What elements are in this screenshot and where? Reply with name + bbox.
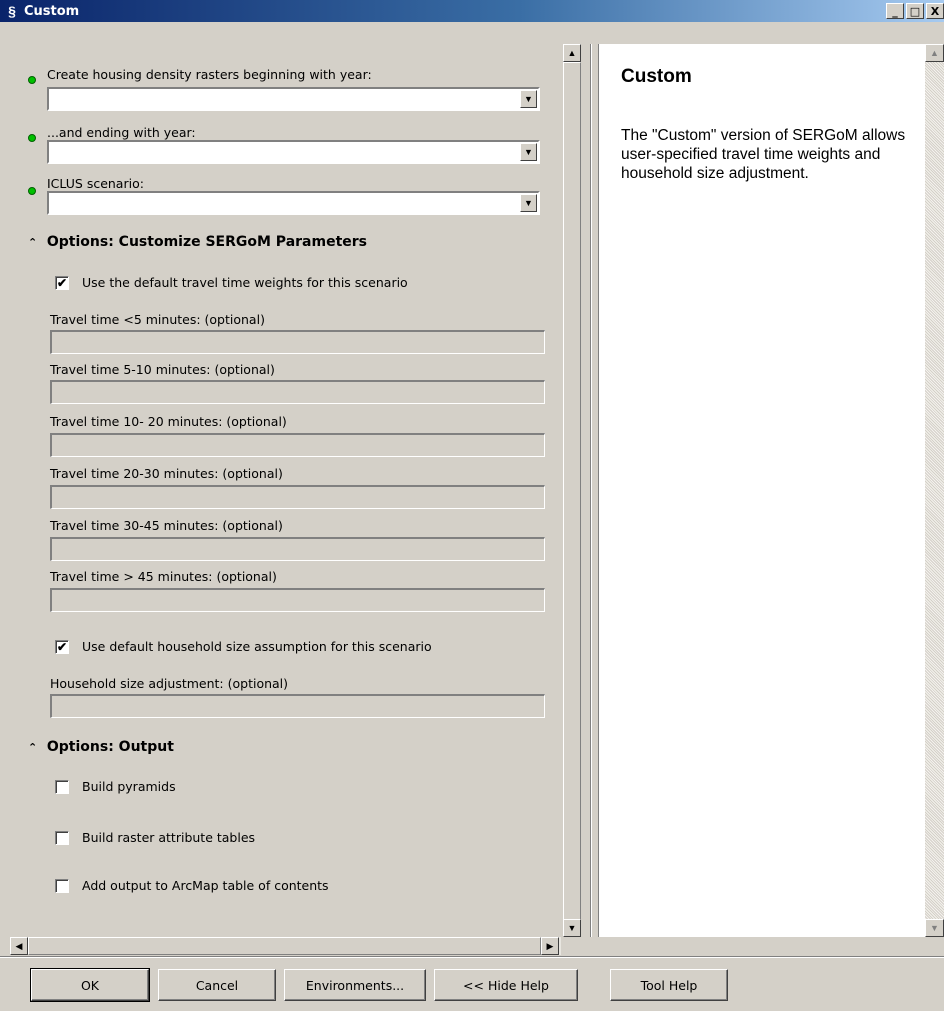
hide-help-button[interactable]: << Hide Help	[434, 969, 578, 1001]
travel-lt5-field[interactable]	[50, 330, 545, 354]
build-attr-tables-label: Build raster attribute tables	[82, 830, 256, 845]
start-year-label: Create housing density rasters beginning…	[47, 67, 372, 82]
parameters-horizontal-scrollbar[interactable]: ◀ ▶	[10, 937, 561, 955]
dropdown-arrow-icon[interactable]: ▼	[520, 90, 537, 108]
collapse-chevron-icon[interactable]: ⌃	[28, 236, 42, 249]
tool-help-button[interactable]: Tool Help	[610, 969, 728, 1001]
scenario-label: ICLUS scenario:	[47, 176, 144, 191]
app-icon: §	[8, 3, 16, 19]
check-icon: ✔	[56, 276, 68, 290]
travel-20-30-label: Travel time 20-30 minutes: (optional)	[50, 466, 283, 481]
dropdown-arrow-icon[interactable]: ▼	[520, 194, 537, 212]
collapse-chevron-icon[interactable]: ⌃	[28, 741, 42, 754]
default-weights-label: Use the default travel time weights for …	[82, 275, 408, 290]
maximize-button[interactable]: □	[906, 3, 924, 19]
end-year-combo[interactable]: ▼	[47, 140, 540, 164]
build-pyramids-checkbox[interactable]	[55, 780, 69, 794]
build-attr-tables-checkbox[interactable]	[55, 831, 69, 845]
add-to-toc-checkbox[interactable]	[55, 879, 69, 893]
parameters-vertical-scrollbar[interactable]: ▲ ▼	[563, 44, 581, 937]
output-section-header[interactable]: ⌃ Options: Output	[28, 739, 174, 755]
end-year-label: ...and ending with year:	[47, 125, 196, 140]
scroll-up-arrow-icon[interactable]: ▲	[925, 44, 944, 62]
add-to-toc-label: Add output to ArcMap table of contents	[82, 878, 329, 893]
travel-gt45-label: Travel time > 45 minutes: (optional)	[50, 569, 277, 584]
household-size-label: Household size adjustment: (optional)	[50, 676, 289, 691]
scroll-up-arrow-icon[interactable]: ▲	[563, 44, 581, 62]
default-weights-checkbox[interactable]: ✔	[55, 276, 69, 290]
travel-gt45-field[interactable]	[50, 588, 545, 612]
scrollbar-thumb[interactable]	[563, 62, 581, 920]
travel-10-20-label: Travel time 10- 20 minutes: (optional)	[50, 414, 287, 429]
parameters-panel: Create housing density rasters beginning…	[10, 44, 563, 937]
window-title: Custom	[24, 3, 80, 19]
help-title: Custom	[621, 66, 692, 87]
travel-5-10-label: Travel time 5-10 minutes: (optional)	[50, 362, 275, 377]
start-year-combo[interactable]: ▼	[47, 87, 540, 111]
travel-20-30-field[interactable]	[50, 485, 545, 509]
travel-lt5-label: Travel time <5 minutes: (optional)	[50, 312, 265, 327]
travel-10-20-field[interactable]	[50, 433, 545, 457]
custom-tool-dialog: § Custom _ □ X Create housing density ra…	[0, 0, 944, 1011]
help-panel: Custom The "Custom" version of SERGoM al…	[598, 44, 925, 937]
minimize-button[interactable]: _	[886, 3, 904, 19]
bottom-divider	[0, 956, 944, 958]
build-pyramids-label: Build pyramids	[82, 779, 176, 794]
dropdown-arrow-icon[interactable]: ▼	[520, 143, 537, 161]
default-household-label: Use default household size assumption fo…	[82, 639, 432, 654]
cancel-button[interactable]: Cancel	[158, 969, 276, 1001]
help-description: The "Custom" version of SERGoM allows us…	[621, 127, 906, 182]
help-vertical-scrollbar[interactable]: ▲ ▼	[925, 44, 944, 937]
travel-30-45-field[interactable]	[50, 537, 545, 561]
scroll-right-arrow-icon[interactable]: ▶	[541, 937, 559, 955]
travel-30-45-label: Travel time 30-45 minutes: (optional)	[50, 518, 283, 533]
travel-5-10-field[interactable]	[50, 380, 545, 404]
sergom-section-title: Options: Customize SERGoM Parameters	[46, 234, 368, 250]
scroll-left-arrow-icon[interactable]: ◀	[10, 937, 28, 955]
ok-button[interactable]: OK	[30, 968, 150, 1002]
required-indicator-icon	[28, 134, 36, 142]
scenario-combo[interactable]: ▼	[47, 191, 540, 215]
household-size-field[interactable]	[50, 694, 545, 718]
check-icon: ✔	[56, 640, 68, 654]
output-section-title: Options: Output	[46, 739, 174, 755]
scroll-down-arrow-icon[interactable]: ▼	[563, 919, 581, 937]
title-bar[interactable]: § Custom _ □ X	[0, 0, 944, 22]
panel-splitter[interactable]	[590, 44, 592, 937]
scroll-down-arrow-icon[interactable]: ▼	[925, 919, 944, 937]
required-indicator-icon	[28, 76, 36, 84]
default-household-checkbox[interactable]: ✔	[55, 640, 69, 654]
required-indicator-icon	[28, 187, 36, 195]
window-controls: _ □ X	[886, 3, 944, 19]
environments-button[interactable]: Environments...	[284, 969, 426, 1001]
sergom-section-header[interactable]: ⌃ Options: Customize SERGoM Parameters	[28, 234, 367, 250]
scrollbar-thumb[interactable]	[28, 937, 541, 955]
close-button[interactable]: X	[926, 3, 944, 19]
